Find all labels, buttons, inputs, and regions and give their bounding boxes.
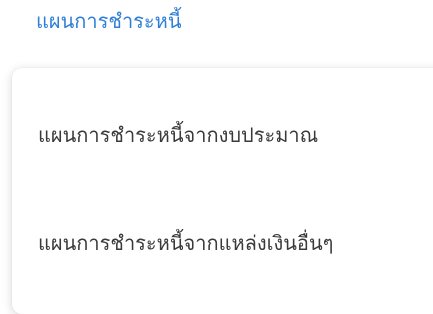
- page: แผนการชำระหนี้ แผนการชำระหนี้จากงบประมาณ…: [0, 0, 433, 314]
- menu-item-other-sources-repayment-plan[interactable]: แผนการชำระหนี้จากแหล่งเงินอื่นๆ: [38, 228, 333, 258]
- dropdown-menu: แผนการชำระหนี้จากงบประมาณ แผนการชำระหนี้…: [12, 68, 433, 314]
- menu-item-budget-repayment-plan[interactable]: แผนการชำระหนี้จากงบประมาณ: [38, 120, 318, 150]
- nav-debt-repayment-plan-link[interactable]: แผนการชำระหนี้: [36, 6, 182, 36]
